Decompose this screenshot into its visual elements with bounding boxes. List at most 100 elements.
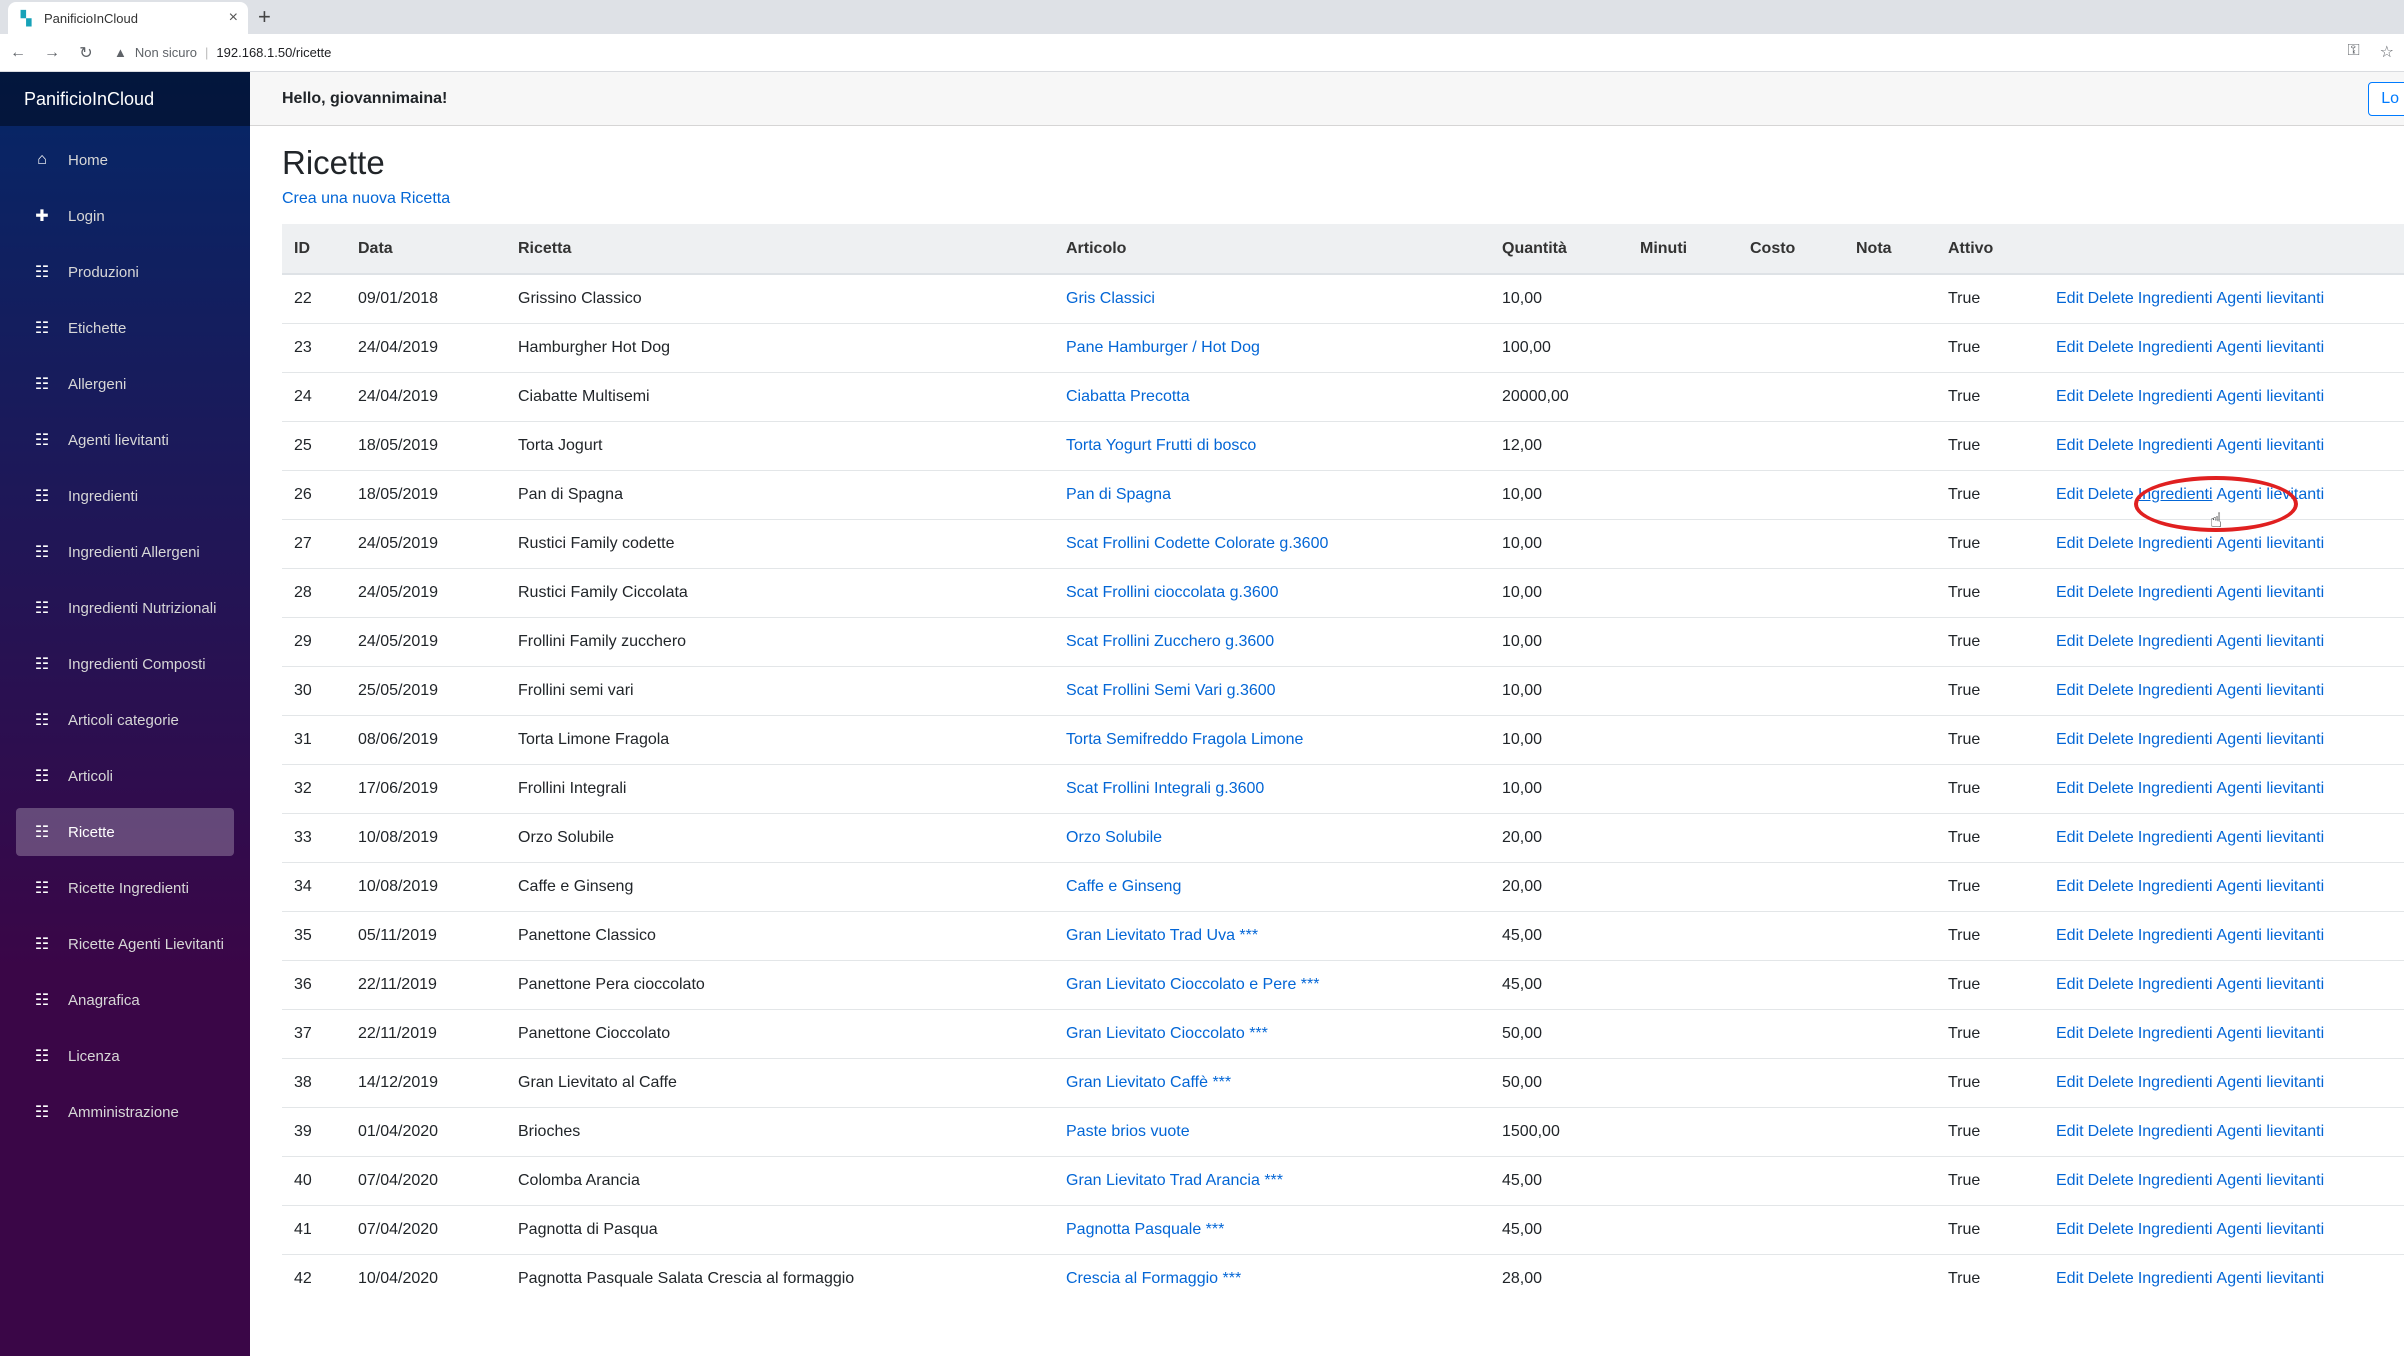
ingredienti-link[interactable]: Ingredienti	[2138, 339, 2213, 356]
sidebar-item-ricette-agenti-lievitanti[interactable]: ☷ Ricette Agenti Lievitanti	[16, 920, 234, 968]
ingredienti-link[interactable]: Ingredienti	[2138, 731, 2213, 748]
logout-button[interactable]: Lo	[2368, 82, 2404, 116]
agenti-lievitanti-link[interactable]: Agenti lievitanti	[2217, 584, 2325, 601]
delete-link[interactable]: Delete	[2088, 878, 2134, 895]
ingredienti-link[interactable]: Ingredienti	[2138, 682, 2213, 699]
articolo-link[interactable]: Caffe e Ginseng	[1066, 878, 1181, 895]
ingredienti-link[interactable]: Ingredienti	[2138, 780, 2213, 797]
edit-link[interactable]: Edit	[2056, 1123, 2084, 1140]
ingredienti-link[interactable]: Ingredienti	[2138, 1025, 2213, 1042]
edit-link[interactable]: Edit	[2056, 829, 2084, 846]
back-icon[interactable]: ←	[2, 44, 34, 62]
articolo-link[interactable]: Crescia al Formaggio ***	[1066, 1270, 1241, 1287]
edit-link[interactable]: Edit	[2056, 1270, 2084, 1287]
ingredienti-link[interactable]: Ingredienti	[2138, 829, 2213, 846]
sidebar-item-licenza[interactable]: ☷ Licenza	[16, 1032, 234, 1080]
agenti-lievitanti-link[interactable]: Agenti lievitanti	[2217, 976, 2325, 993]
edit-link[interactable]: Edit	[2056, 731, 2084, 748]
star-icon[interactable]: ☆	[2380, 42, 2394, 62]
new-tab-button[interactable]: +	[258, 4, 271, 30]
articolo-link[interactable]: Gran Lievitato Trad Uva ***	[1066, 927, 1258, 944]
edit-link[interactable]: Edit	[2056, 976, 2084, 993]
sidebar-item-ricette-ingredienti[interactable]: ☷ Ricette Ingredienti	[16, 864, 234, 912]
delete-link[interactable]: Delete	[2088, 780, 2134, 797]
articolo-link[interactable]: Gran Lievitato Caffè ***	[1066, 1074, 1231, 1091]
agenti-lievitanti-link[interactable]: Agenti lievitanti	[2217, 780, 2325, 797]
browser-tab[interactable]: ▚ PanificioInCloud ×	[8, 2, 248, 34]
delete-link[interactable]: Delete	[2088, 290, 2134, 307]
sidebar-item-amministrazione[interactable]: ☷ Amministrazione	[16, 1088, 234, 1136]
edit-link[interactable]: Edit	[2056, 1074, 2084, 1091]
sidebar-item-ingredienti[interactable]: ☷ Ingredienti	[16, 472, 234, 520]
edit-link[interactable]: Edit	[2056, 1221, 2084, 1238]
edit-link[interactable]: Edit	[2056, 437, 2084, 454]
articolo-link[interactable]: Scat Frollini Codette Colorate g.3600	[1066, 535, 1328, 552]
delete-link[interactable]: Delete	[2088, 829, 2134, 846]
reload-icon[interactable]: ↻	[70, 43, 102, 63]
forward-icon[interactable]: →	[36, 44, 68, 62]
articolo-link[interactable]: Torta Yogurt Frutti di bosco	[1066, 437, 1256, 454]
articolo-link[interactable]: Scat Frollini Semi Vari g.3600	[1066, 682, 1276, 699]
agenti-lievitanti-link[interactable]: Agenti lievitanti	[2217, 535, 2325, 552]
sidebar-item-ingredienti-allergeni[interactable]: ☷ Ingredienti Allergeni	[16, 528, 234, 576]
articolo-link[interactable]: Pane Hamburger / Hot Dog	[1066, 339, 1260, 356]
delete-link[interactable]: Delete	[2088, 633, 2134, 650]
delete-link[interactable]: Delete	[2088, 584, 2134, 601]
delete-link[interactable]: Delete	[2088, 339, 2134, 356]
agenti-lievitanti-link[interactable]: Agenti lievitanti	[2217, 829, 2325, 846]
ingredienti-link[interactable]: Ingredienti	[2138, 976, 2213, 993]
articolo-link[interactable]: Scat Frollini Integrali g.3600	[1066, 780, 1264, 797]
sidebar-item-ingredienti-composti[interactable]: ☷ Ingredienti Composti	[16, 640, 234, 688]
agenti-lievitanti-link[interactable]: Agenti lievitanti	[2217, 1270, 2325, 1287]
edit-link[interactable]: Edit	[2056, 927, 2084, 944]
edit-link[interactable]: Edit	[2056, 535, 2084, 552]
ingredienti-link[interactable]: Ingredienti	[2138, 1074, 2213, 1091]
sidebar-item-home[interactable]: ⌂ Home	[16, 136, 234, 184]
edit-link[interactable]: Edit	[2056, 290, 2084, 307]
articolo-link[interactable]: Paste brios vuote	[1066, 1123, 1190, 1140]
edit-link[interactable]: Edit	[2056, 1172, 2084, 1189]
agenti-lievitanti-link[interactable]: Agenti lievitanti	[2217, 878, 2325, 895]
agenti-lievitanti-link[interactable]: Agenti lievitanti	[2217, 731, 2325, 748]
delete-link[interactable]: Delete	[2088, 1025, 2134, 1042]
ingredienti-link[interactable]: Ingredienti	[2138, 584, 2213, 601]
articolo-link[interactable]: Ciabatta Precotta	[1066, 388, 1190, 405]
ingredienti-link[interactable]: Ingredienti	[2138, 535, 2213, 552]
sidebar-item-agenti-lievitanti[interactable]: ☷ Agenti lievitanti	[16, 416, 234, 464]
delete-link[interactable]: Delete	[2088, 1172, 2134, 1189]
edit-link[interactable]: Edit	[2056, 584, 2084, 601]
delete-link[interactable]: Delete	[2088, 976, 2134, 993]
sidebar-item-articoli[interactable]: ☷ Articoli	[16, 752, 234, 800]
agenti-lievitanti-link[interactable]: Agenti lievitanti	[2217, 1123, 2325, 1140]
sidebar-item-etichette[interactable]: ☷ Etichette	[16, 304, 234, 352]
delete-link[interactable]: Delete	[2088, 1221, 2134, 1238]
sidebar-item-ingredienti-nutrizionali[interactable]: ☷ Ingredienti Nutrizionali	[16, 584, 234, 632]
articolo-link[interactable]: Orzo Solubile	[1066, 829, 1162, 846]
ingredienti-link[interactable]: Ingredienti	[2138, 486, 2213, 503]
url-field[interactable]: ▲ Non sicuro | 192.168.1.50/ricette	[114, 45, 331, 60]
articolo-link[interactable]: Gris Classici	[1066, 290, 1155, 307]
sidebar-item-anagrafica[interactable]: ☷ Anagrafica	[16, 976, 234, 1024]
agenti-lievitanti-link[interactable]: Agenti lievitanti	[2217, 1221, 2325, 1238]
delete-link[interactable]: Delete	[2088, 731, 2134, 748]
sidebar-item-allergeni[interactable]: ☷ Allergeni	[16, 360, 234, 408]
delete-link[interactable]: Delete	[2088, 1270, 2134, 1287]
agenti-lievitanti-link[interactable]: Agenti lievitanti	[2217, 339, 2325, 356]
ingredienti-link[interactable]: Ingredienti	[2138, 927, 2213, 944]
articolo-link[interactable]: Pan di Spagna	[1066, 486, 1171, 503]
agenti-lievitanti-link[interactable]: Agenti lievitanti	[2217, 290, 2325, 307]
articolo-link[interactable]: Torta Semifreddo Fragola Limone	[1066, 731, 1303, 748]
edit-link[interactable]: Edit	[2056, 682, 2084, 699]
agenti-lievitanti-link[interactable]: Agenti lievitanti	[2217, 682, 2325, 699]
agenti-lievitanti-link[interactable]: Agenti lievitanti	[2217, 1172, 2325, 1189]
ingredienti-link[interactable]: Ingredienti	[2138, 290, 2213, 307]
delete-link[interactable]: Delete	[2088, 437, 2134, 454]
agenti-lievitanti-link[interactable]: Agenti lievitanti	[2217, 437, 2325, 454]
ingredienti-link[interactable]: Ingredienti	[2138, 388, 2213, 405]
edit-link[interactable]: Edit	[2056, 486, 2084, 503]
agenti-lievitanti-link[interactable]: Agenti lievitanti	[2217, 1074, 2325, 1091]
delete-link[interactable]: Delete	[2088, 388, 2134, 405]
agenti-lievitanti-link[interactable]: Agenti lievitanti	[2217, 388, 2325, 405]
articolo-link[interactable]: Scat Frollini Zucchero g.3600	[1066, 633, 1274, 650]
agenti-lievitanti-link[interactable]: Agenti lievitanti	[2217, 1025, 2325, 1042]
